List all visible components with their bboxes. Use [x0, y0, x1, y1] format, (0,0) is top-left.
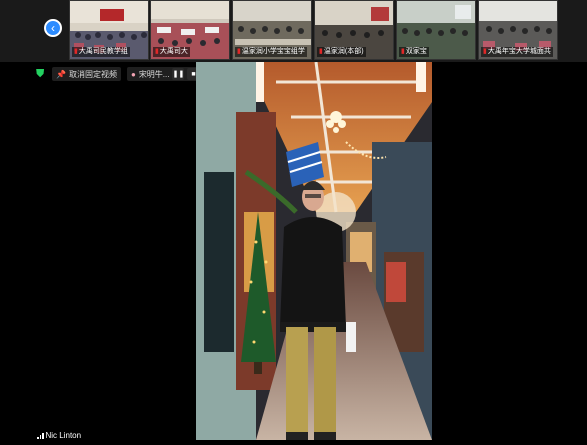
participant-tile[interactable]: ▮ 双家宝: [396, 0, 476, 60]
participant-tile[interactable]: ▮ 温家润小学宝宝组学: [232, 0, 312, 60]
speaker-name-tag: Nic Linton: [34, 429, 85, 442]
main-video: [196, 62, 432, 440]
participant-filmstrip: ‹ ▮ 大禹司民教学组 ▮ 大禹司大 ▮ 温家润小学宝宝组学 ▮ 温家润(本部)…: [0, 0, 587, 62]
chevron-left-icon: ‹: [51, 21, 55, 35]
mic-muted-icon: ▮: [483, 48, 487, 55]
pinned-participant-chip[interactable]: ● 宋明牛... ❚❚ ■: [126, 67, 204, 81]
mic-muted-icon: ▮: [401, 48, 405, 55]
unpin-video-button[interactable]: 📌 取消固定视频: [52, 67, 121, 81]
signal-icon: [37, 432, 44, 439]
mic-muted-icon: ▮: [74, 48, 78, 55]
avatar-icon: ●: [130, 69, 136, 79]
participant-label: ▮ 温家润小学宝宝组学: [235, 47, 307, 57]
filmstrip-prev-button[interactable]: ‹: [44, 19, 62, 37]
pause-icon[interactable]: ❚❚: [172, 68, 185, 80]
mic-muted-icon: ▮: [237, 48, 241, 55]
participant-tile[interactable]: ▮ 大禹司民教学组: [69, 0, 149, 60]
participant-label: ▮ 大禹司民教学组: [72, 47, 130, 57]
participant-tile[interactable]: ▮ 大禹司大: [150, 0, 230, 60]
shield-icon: ⛊: [36, 68, 45, 80]
participant-tile[interactable]: ▮ 大禹年宝大学城面共: [478, 0, 558, 60]
mic-muted-icon: ▮: [155, 48, 159, 55]
main-video-scene: [196, 62, 432, 440]
pin-icon: 📌: [56, 69, 66, 79]
participant-label: ▮ 大禹年宝大学城面共: [481, 47, 553, 57]
participant-label: ▮ 双家宝: [399, 47, 429, 57]
participant-label: ▮ 大禹司大: [153, 47, 190, 57]
participant-tile[interactable]: ▮ 温家润(本部): [314, 0, 394, 60]
mic-muted-icon: ▮: [319, 48, 323, 55]
meeting-status-bar: ⛊ 📌 取消固定视频 ● 宋明牛... ❚❚ ■: [36, 66, 204, 82]
participant-label: ▮ 温家润(本部): [317, 47, 366, 57]
